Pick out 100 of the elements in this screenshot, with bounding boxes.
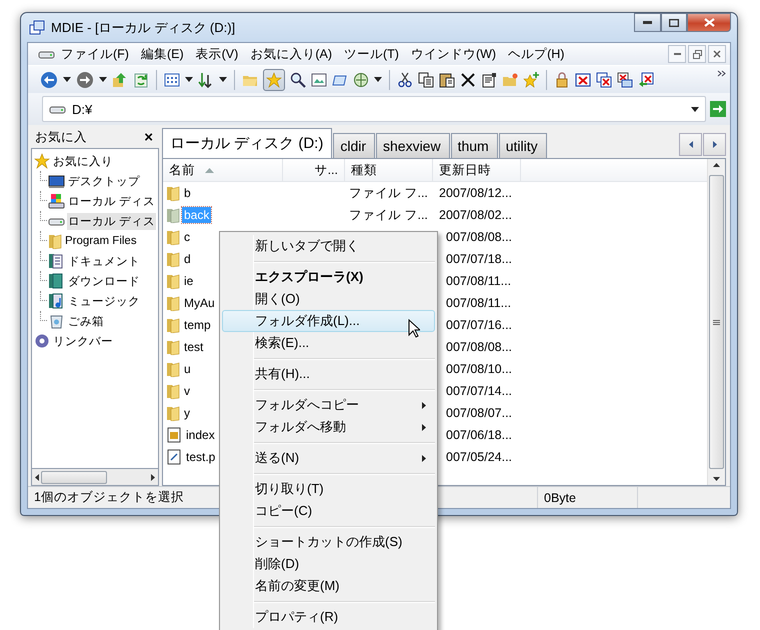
tree-item[interactable]: ダウンロード bbox=[67, 272, 141, 290]
tree-item[interactable]: リンクバー bbox=[52, 332, 114, 350]
file-name[interactable]: c bbox=[182, 229, 192, 245]
tab[interactable]: cldir bbox=[333, 133, 375, 158]
dropdown-caret-icon[interactable] bbox=[185, 77, 193, 82]
new-folder-icon[interactable] bbox=[502, 72, 518, 88]
tree-item[interactable]: Program Files bbox=[64, 234, 138, 248]
minimize-button[interactable] bbox=[634, 13, 661, 32]
file-name[interactable]: MyAu bbox=[182, 295, 217, 311]
menu-item[interactable]: 編集(E) bbox=[134, 44, 190, 64]
cut-icon[interactable] bbox=[397, 72, 413, 88]
tree-item[interactable]: ミュージック bbox=[67, 292, 141, 310]
file-name[interactable]: b bbox=[182, 185, 193, 201]
tree-item[interactable]: お気に入り bbox=[52, 152, 114, 170]
tree-item[interactable]: デスクトップ bbox=[67, 172, 141, 190]
picture-icon[interactable] bbox=[311, 72, 327, 88]
tab[interactable]: shexview bbox=[376, 133, 450, 158]
maximize-button[interactable] bbox=[661, 13, 687, 32]
refresh-icon[interactable] bbox=[133, 72, 149, 88]
panel-title: お気に入 bbox=[35, 129, 87, 146]
column-header[interactable]: 種類 bbox=[345, 159, 433, 181]
restore-button[interactable] bbox=[688, 45, 706, 63]
column-header[interactable]: 更新日時 bbox=[433, 159, 521, 181]
tree-item[interactable]: ローカル ディス bbox=[67, 192, 156, 210]
horizontal-scrollbar[interactable] bbox=[31, 469, 159, 486]
tree-item[interactable]: ローカル ディス bbox=[67, 212, 156, 230]
sort-icon[interactable] bbox=[198, 72, 214, 88]
scroll-left-icon[interactable] bbox=[35, 474, 39, 480]
dropdown-caret-icon[interactable] bbox=[691, 106, 699, 112]
close-button[interactable]: × bbox=[142, 129, 155, 146]
menu-item[interactable]: 新しいタブで開く bbox=[222, 235, 435, 257]
scroll-up-icon[interactable] bbox=[713, 163, 720, 167]
file-name[interactable]: temp bbox=[182, 317, 213, 333]
scroll-right-icon[interactable] bbox=[151, 474, 155, 480]
menu-item[interactable]: 共有(H)... bbox=[222, 363, 435, 385]
file-name[interactable]: y bbox=[182, 405, 192, 421]
menu-item[interactable]: フォルダ作成(L)... bbox=[222, 310, 435, 332]
menu-item[interactable]: 開く(O) bbox=[222, 288, 435, 310]
tab-scroll-right-button[interactable] bbox=[703, 133, 726, 156]
menu-item[interactable]: 削除(D) bbox=[222, 553, 435, 575]
folder-up-icon[interactable] bbox=[112, 72, 128, 88]
file-name[interactable]: d bbox=[182, 251, 193, 267]
properties-icon[interactable] bbox=[481, 72, 497, 88]
address-field[interactable]: D:¥ bbox=[42, 96, 706, 122]
dropdown-caret-icon[interactable] bbox=[99, 77, 107, 82]
copy-icon[interactable] bbox=[418, 72, 434, 88]
globe-icon[interactable] bbox=[353, 72, 369, 88]
menu-item[interactable]: ツール(T) bbox=[338, 44, 405, 64]
file-name[interactable]: v bbox=[182, 383, 192, 399]
menu-item[interactable]: フォルダへ移動 bbox=[222, 416, 435, 438]
menu-item[interactable]: エクスプローラ(X) bbox=[222, 266, 435, 288]
menu-item[interactable]: フォルダへコピー bbox=[222, 394, 435, 416]
column-header[interactable]: サ... bbox=[283, 159, 345, 181]
restore-icon bbox=[692, 50, 702, 58]
grid-view-icon[interactable] bbox=[164, 72, 180, 88]
menu-item[interactable]: ウインドウ(W) bbox=[404, 44, 502, 64]
dropdown-caret-icon[interactable] bbox=[374, 77, 382, 82]
back-icon[interactable] bbox=[40, 70, 58, 88]
window-x-arrow-icon[interactable] bbox=[638, 72, 654, 88]
file-name[interactable]: test.p bbox=[184, 449, 218, 465]
menu-item[interactable]: ショートカットの作成(S) bbox=[222, 531, 435, 553]
scroll-down-icon[interactable] bbox=[713, 477, 720, 481]
tree-item[interactable]: ドキュメント bbox=[67, 252, 141, 270]
tab-scroll-left-button[interactable] bbox=[679, 133, 702, 156]
search-icon[interactable] bbox=[290, 72, 306, 88]
tree-item[interactable]: ごみ箱 bbox=[67, 312, 105, 330]
star-plus-icon[interactable] bbox=[523, 72, 539, 88]
dropdown-caret-icon[interactable] bbox=[63, 77, 71, 82]
menu-item[interactable]: プロパティ(R) bbox=[222, 606, 435, 628]
menu-item[interactable]: 検索(E)... bbox=[222, 332, 435, 354]
lock-icon[interactable] bbox=[554, 72, 570, 88]
file-name[interactable]: index bbox=[184, 427, 217, 443]
menu-item[interactable]: 名前の変更(M) bbox=[222, 575, 435, 597]
more-chevron-icon[interactable] bbox=[717, 70, 726, 77]
tab[interactable]: ローカル ディスク (D:) bbox=[162, 128, 332, 158]
star-icon bbox=[34, 153, 50, 169]
windows-x-icon[interactable] bbox=[596, 72, 612, 88]
tab[interactable]: utility bbox=[498, 133, 547, 158]
menu-item[interactable]: お気に入り(A) bbox=[244, 44, 338, 64]
forward-icon[interactable] bbox=[76, 70, 94, 88]
file-name[interactable]: u bbox=[182, 361, 193, 377]
menu-item[interactable]: 表示(V) bbox=[190, 44, 244, 64]
minimize-button[interactable] bbox=[668, 45, 686, 63]
menu-item[interactable]: ファイル(F) bbox=[55, 44, 135, 64]
tab[interactable]: thum bbox=[450, 133, 498, 158]
favorites-button[interactable] bbox=[263, 68, 285, 90]
dropdown-caret-icon[interactable] bbox=[219, 77, 227, 82]
window-x-icon[interactable] bbox=[617, 72, 633, 88]
delete-icon[interactable] bbox=[460, 72, 476, 88]
close-button[interactable] bbox=[708, 45, 726, 63]
column-header[interactable]: 名前 bbox=[163, 159, 283, 181]
menu-item[interactable]: ヘルプ(H) bbox=[502, 44, 570, 64]
menu-item[interactable]: 送る(N) bbox=[222, 447, 435, 469]
vertical-scrollbar[interactable] bbox=[707, 159, 725, 485]
file-name[interactable]: ie bbox=[182, 273, 196, 289]
window-x-icon[interactable] bbox=[575, 72, 591, 88]
file-name[interactable]: test bbox=[182, 339, 206, 355]
close-button[interactable] bbox=[687, 13, 731, 32]
minimize-icon bbox=[674, 53, 680, 55]
paste-icon[interactable] bbox=[439, 72, 455, 88]
